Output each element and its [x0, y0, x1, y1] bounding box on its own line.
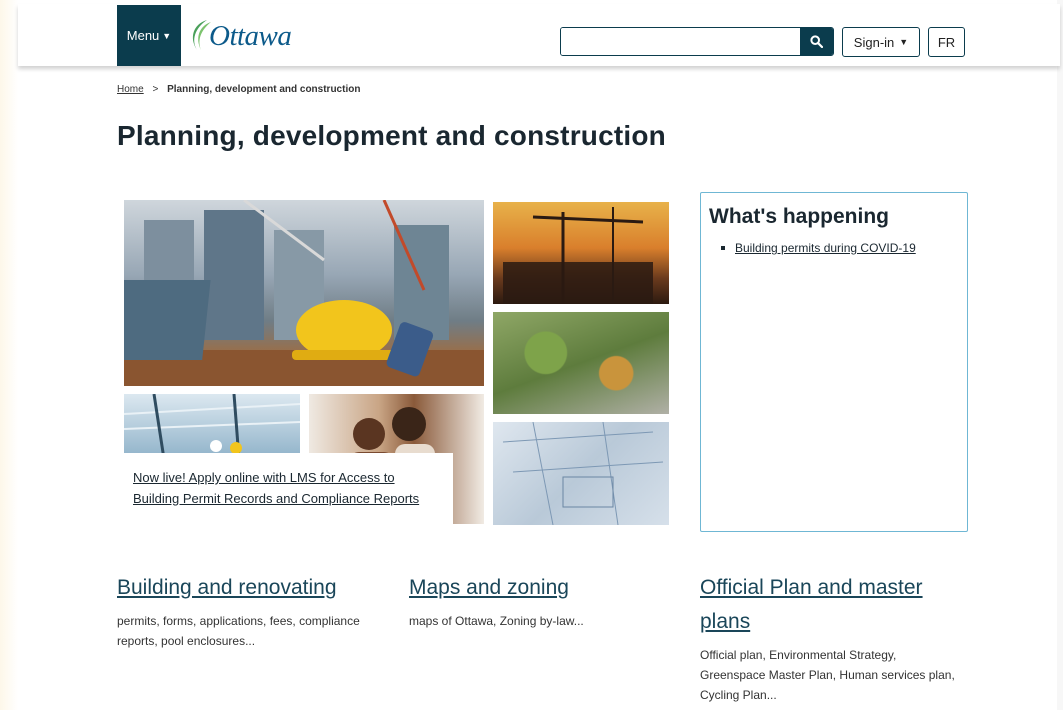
feature-link[interactable]: Now live! Apply online with LMS for Acce… — [133, 470, 419, 506]
covid-permits-link[interactable]: Building permits during COVID-19 — [735, 241, 916, 255]
breadcrumb-separator: > — [152, 84, 159, 95]
search-icon — [810, 35, 823, 48]
whats-happening-list: Building permits during COVID-19 — [721, 241, 916, 255]
list-item: Building permits during COVID-19 — [721, 241, 916, 255]
blueprint-photo — [493, 422, 669, 525]
blueprint-illustration — [502, 422, 664, 525]
breadcrumb-current: Planning, development and construction — [167, 84, 361, 95]
page-edge-tint — [0, 0, 18, 710]
menu-caret-icon: ▼ — [162, 30, 172, 41]
category-maps-zoning: Maps and zoning maps of Ottawa, Zoning b… — [409, 571, 669, 631]
logo-wordmark: Ottawa — [209, 19, 292, 52]
category-building-renovating: Building and renovating permits, forms, … — [117, 571, 377, 651]
category-description: maps of Ottawa, Zoning by-law... — [409, 614, 584, 628]
suburb-aerial-photo — [493, 312, 669, 414]
construction-site-illustration — [124, 200, 484, 386]
search-input[interactable] — [561, 28, 800, 55]
category-title-link[interactable]: Maps and zoning — [409, 571, 669, 605]
category-description: permits, forms, applications, fees, comp… — [117, 614, 360, 648]
category-title-link[interactable]: Official Plan and master plans — [700, 571, 962, 639]
cranes-sunset-photo — [493, 202, 669, 304]
category-title-link[interactable]: Building and renovating — [117, 571, 377, 605]
search-box — [560, 27, 834, 56]
language-toggle-button[interactable]: FR — [928, 27, 965, 57]
signin-caret-icon: ▼ — [899, 37, 909, 47]
signin-button[interactable]: Sign-in ▼ — [842, 27, 920, 57]
page-scrollbar-track — [1057, 0, 1063, 710]
cranes-illustration — [503, 207, 653, 304]
category-description: Official plan, Environmental Strategy, G… — [700, 648, 955, 702]
menu-label: Menu — [126, 28, 160, 43]
page-title: Planning, development and construction — [117, 120, 666, 151]
signin-label: Sign-in — [853, 34, 895, 50]
feature-callout: Now live! Apply online with LMS for Acce… — [120, 453, 453, 525]
feature-link-line1: Now live! Apply online with LMS for Acce… — [133, 470, 395, 485]
whats-happening-panel: What's happening Building permits during… — [700, 192, 968, 532]
breadcrumb-home-link[interactable]: Home — [117, 84, 144, 95]
category-official-plan: Official Plan and master plans Official … — [700, 571, 962, 705]
whats-happening-title: What's happening — [709, 205, 889, 228]
feature-link-line2: Building Permit Records and Compliance R… — [133, 491, 420, 506]
breadcrumb: Home > Planning, development and constru… — [117, 84, 360, 95]
ottawa-logo[interactable]: Ottawa — [185, 12, 295, 60]
menu-button[interactable]: Menu ▼ — [117, 5, 181, 66]
construction-site-photo — [124, 200, 484, 386]
search-button[interactable] — [800, 28, 833, 55]
bullet-icon — [721, 246, 725, 250]
site-header: Menu ▼ Ottawa Sign-in ▼ FR — [18, 4, 1060, 66]
